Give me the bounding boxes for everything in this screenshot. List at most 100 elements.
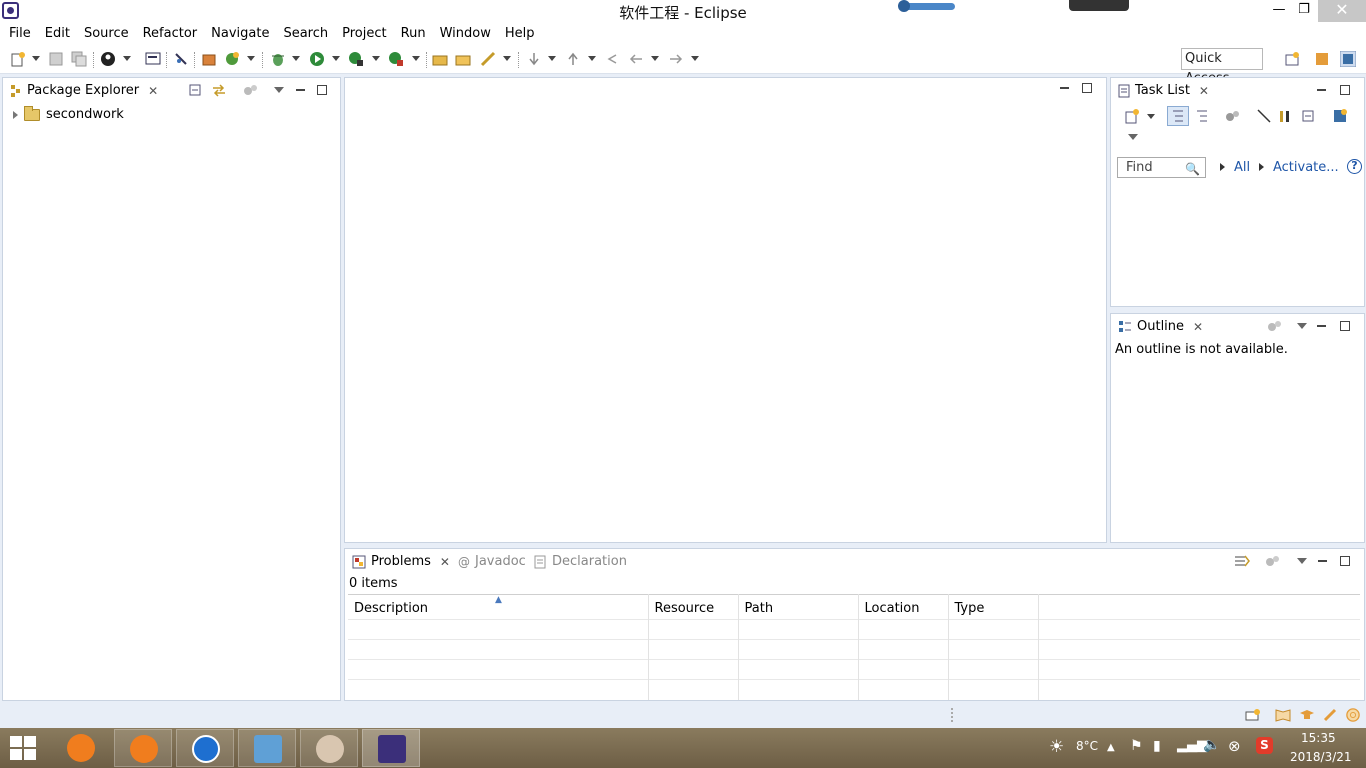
save-icon[interactable] (48, 51, 64, 67)
new-task-icon[interactable] (1124, 108, 1140, 124)
previous-annotation-icon[interactable] (565, 51, 581, 67)
minimize-view-icon[interactable] (1317, 89, 1326, 91)
open-perspective-icon[interactable] (1284, 51, 1300, 67)
tree-item-project[interactable]: secondwork (13, 105, 124, 122)
maximize-editor-icon[interactable] (1082, 83, 1092, 93)
find-input[interactable]: Find 🔍 (1117, 157, 1206, 178)
menu-edit[interactable]: Edit (38, 26, 77, 41)
welcome-icon[interactable] (1345, 708, 1361, 722)
maximize-view-icon[interactable] (1340, 556, 1350, 566)
forward-icon[interactable] (668, 51, 684, 67)
save-all-icon[interactable] (71, 51, 87, 67)
next-annotation-icon[interactable] (526, 51, 542, 67)
search-tool-icon[interactable] (480, 51, 496, 67)
collapse-all-icon[interactable] (189, 83, 203, 97)
tab-problems[interactable]: Problems ✕ (346, 550, 456, 573)
synchronize-icon[interactable] (1332, 108, 1348, 124)
new-class-dropdown-icon[interactable] (247, 56, 255, 61)
view-menu-icon[interactable] (274, 87, 284, 93)
taskbar-app-remote[interactable] (238, 729, 296, 767)
close-tab-icon[interactable]: ✕ (148, 84, 158, 98)
scheduled-icon[interactable] (1194, 108, 1210, 124)
menu-window[interactable]: Window (433, 26, 498, 41)
close-button[interactable]: ✕ (1318, 0, 1366, 22)
menu-refactor[interactable]: Refactor (136, 26, 205, 41)
menu-project[interactable]: Project (335, 26, 393, 41)
focus-on-task-icon[interactable] (1267, 319, 1283, 333)
taskbar-app-browser-2[interactable] (114, 729, 172, 767)
view-menu-icon[interactable] (1297, 323, 1307, 329)
taskbar-app-eclipse[interactable] (362, 729, 420, 767)
debug-dropdown-icon[interactable] (292, 56, 300, 61)
all-link[interactable]: All (1234, 160, 1250, 175)
taskbar-app-k[interactable] (176, 729, 234, 767)
menu-file[interactable]: File (2, 26, 38, 41)
coverage-icon[interactable] (348, 51, 364, 67)
coverage-dropdown-icon[interactable] (372, 56, 380, 61)
java-perspective-icon[interactable] (1340, 51, 1356, 67)
battery-icon[interactable]: ▮ (1153, 738, 1161, 754)
run-dropdown-icon[interactable] (332, 56, 340, 61)
minimize-editor-icon[interactable] (1060, 87, 1069, 89)
minimize-view-icon[interactable] (296, 89, 305, 91)
overview-icon[interactable] (1275, 708, 1291, 722)
tab-package-explorer[interactable]: Package Explorer ✕ (4, 79, 165, 102)
close-tab-icon[interactable]: ✕ (440, 555, 450, 569)
expand-arrow-icon[interactable] (13, 110, 18, 119)
tab-outline[interactable]: Outline ✕ (1112, 315, 1210, 338)
java-ee-perspective-icon[interactable] (1314, 51, 1330, 67)
view-menu-icon[interactable] (1128, 134, 1138, 140)
focus-on-workweek-icon[interactable] (1225, 109, 1241, 123)
menu-search[interactable]: Search (276, 26, 335, 41)
console-icon[interactable] (145, 51, 161, 67)
show-hidden-icons-icon[interactable]: ▲ (1107, 742, 1115, 753)
menu-navigate[interactable]: Navigate (204, 26, 276, 41)
volume-icon[interactable]: 🔈 (1203, 737, 1220, 753)
focus-on-task-icon[interactable] (1265, 554, 1281, 568)
external-tools-dropdown-icon[interactable] (412, 56, 420, 61)
tab-declaration[interactable]: Declaration (527, 550, 633, 573)
maximize-view-icon[interactable] (317, 85, 327, 95)
collapse-all-icon[interactable] (1302, 109, 1316, 123)
new-file-icon[interactable] (10, 51, 26, 67)
new-server-icon[interactable] (201, 51, 217, 67)
skip-breakpoints-icon[interactable] (173, 51, 189, 67)
debug-icon[interactable] (270, 51, 286, 67)
menu-source[interactable]: Source (77, 26, 136, 41)
minimize-view-icon[interactable] (1317, 325, 1326, 327)
tray-close-circle-icon[interactable]: ⊗ (1228, 737, 1241, 755)
close-tab-icon[interactable]: ✕ (1199, 84, 1209, 98)
menu-run[interactable]: Run (394, 26, 433, 41)
next-annotation-dropdown-icon[interactable] (548, 56, 556, 61)
hide-completed-icon[interactable] (1256, 108, 1272, 124)
new-dropdown-icon[interactable] (32, 56, 40, 61)
last-edit-location-icon[interactable] (604, 51, 620, 67)
back-dropdown-icon[interactable] (651, 56, 659, 61)
minimize-view-icon[interactable] (1318, 560, 1327, 562)
help-icon[interactable]: ? (1347, 159, 1362, 174)
show-tasks-icon[interactable] (1278, 108, 1294, 124)
server-status-icon[interactable] (1245, 708, 1261, 722)
column-path[interactable]: Path (738, 594, 859, 620)
action-center-flag-icon[interactable]: ⚑ (1130, 738, 1143, 754)
menu-help[interactable]: Help (498, 26, 542, 41)
tutorials-icon[interactable] (1299, 708, 1315, 722)
open-type-icon[interactable] (432, 51, 448, 67)
clock-time[interactable]: 15:35 (1301, 731, 1336, 745)
new-task-dropdown-icon[interactable] (1147, 114, 1155, 119)
tab-javadoc[interactable]: @ Javadoc (452, 550, 532, 573)
taskbar-app-photo[interactable] (300, 729, 358, 767)
column-resource[interactable]: Resource (648, 594, 739, 620)
previous-annotation-dropdown-icon[interactable] (588, 56, 596, 61)
column-location[interactable]: Location (858, 594, 949, 620)
view-menu-icon[interactable] (1297, 558, 1307, 564)
filter-icon[interactable] (1234, 553, 1250, 569)
close-tab-icon[interactable]: ✕ (1193, 320, 1203, 334)
focus-on-task-icon[interactable] (243, 83, 259, 97)
back-icon[interactable] (628, 51, 644, 67)
clock-date[interactable]: 2018/3/21 (1290, 750, 1352, 764)
weather-temperature[interactable]: 8°C (1076, 739, 1098, 753)
categorized-icon[interactable] (1167, 106, 1189, 126)
whats-new-icon[interactable] (1322, 708, 1338, 722)
account-icon[interactable] (100, 51, 116, 67)
